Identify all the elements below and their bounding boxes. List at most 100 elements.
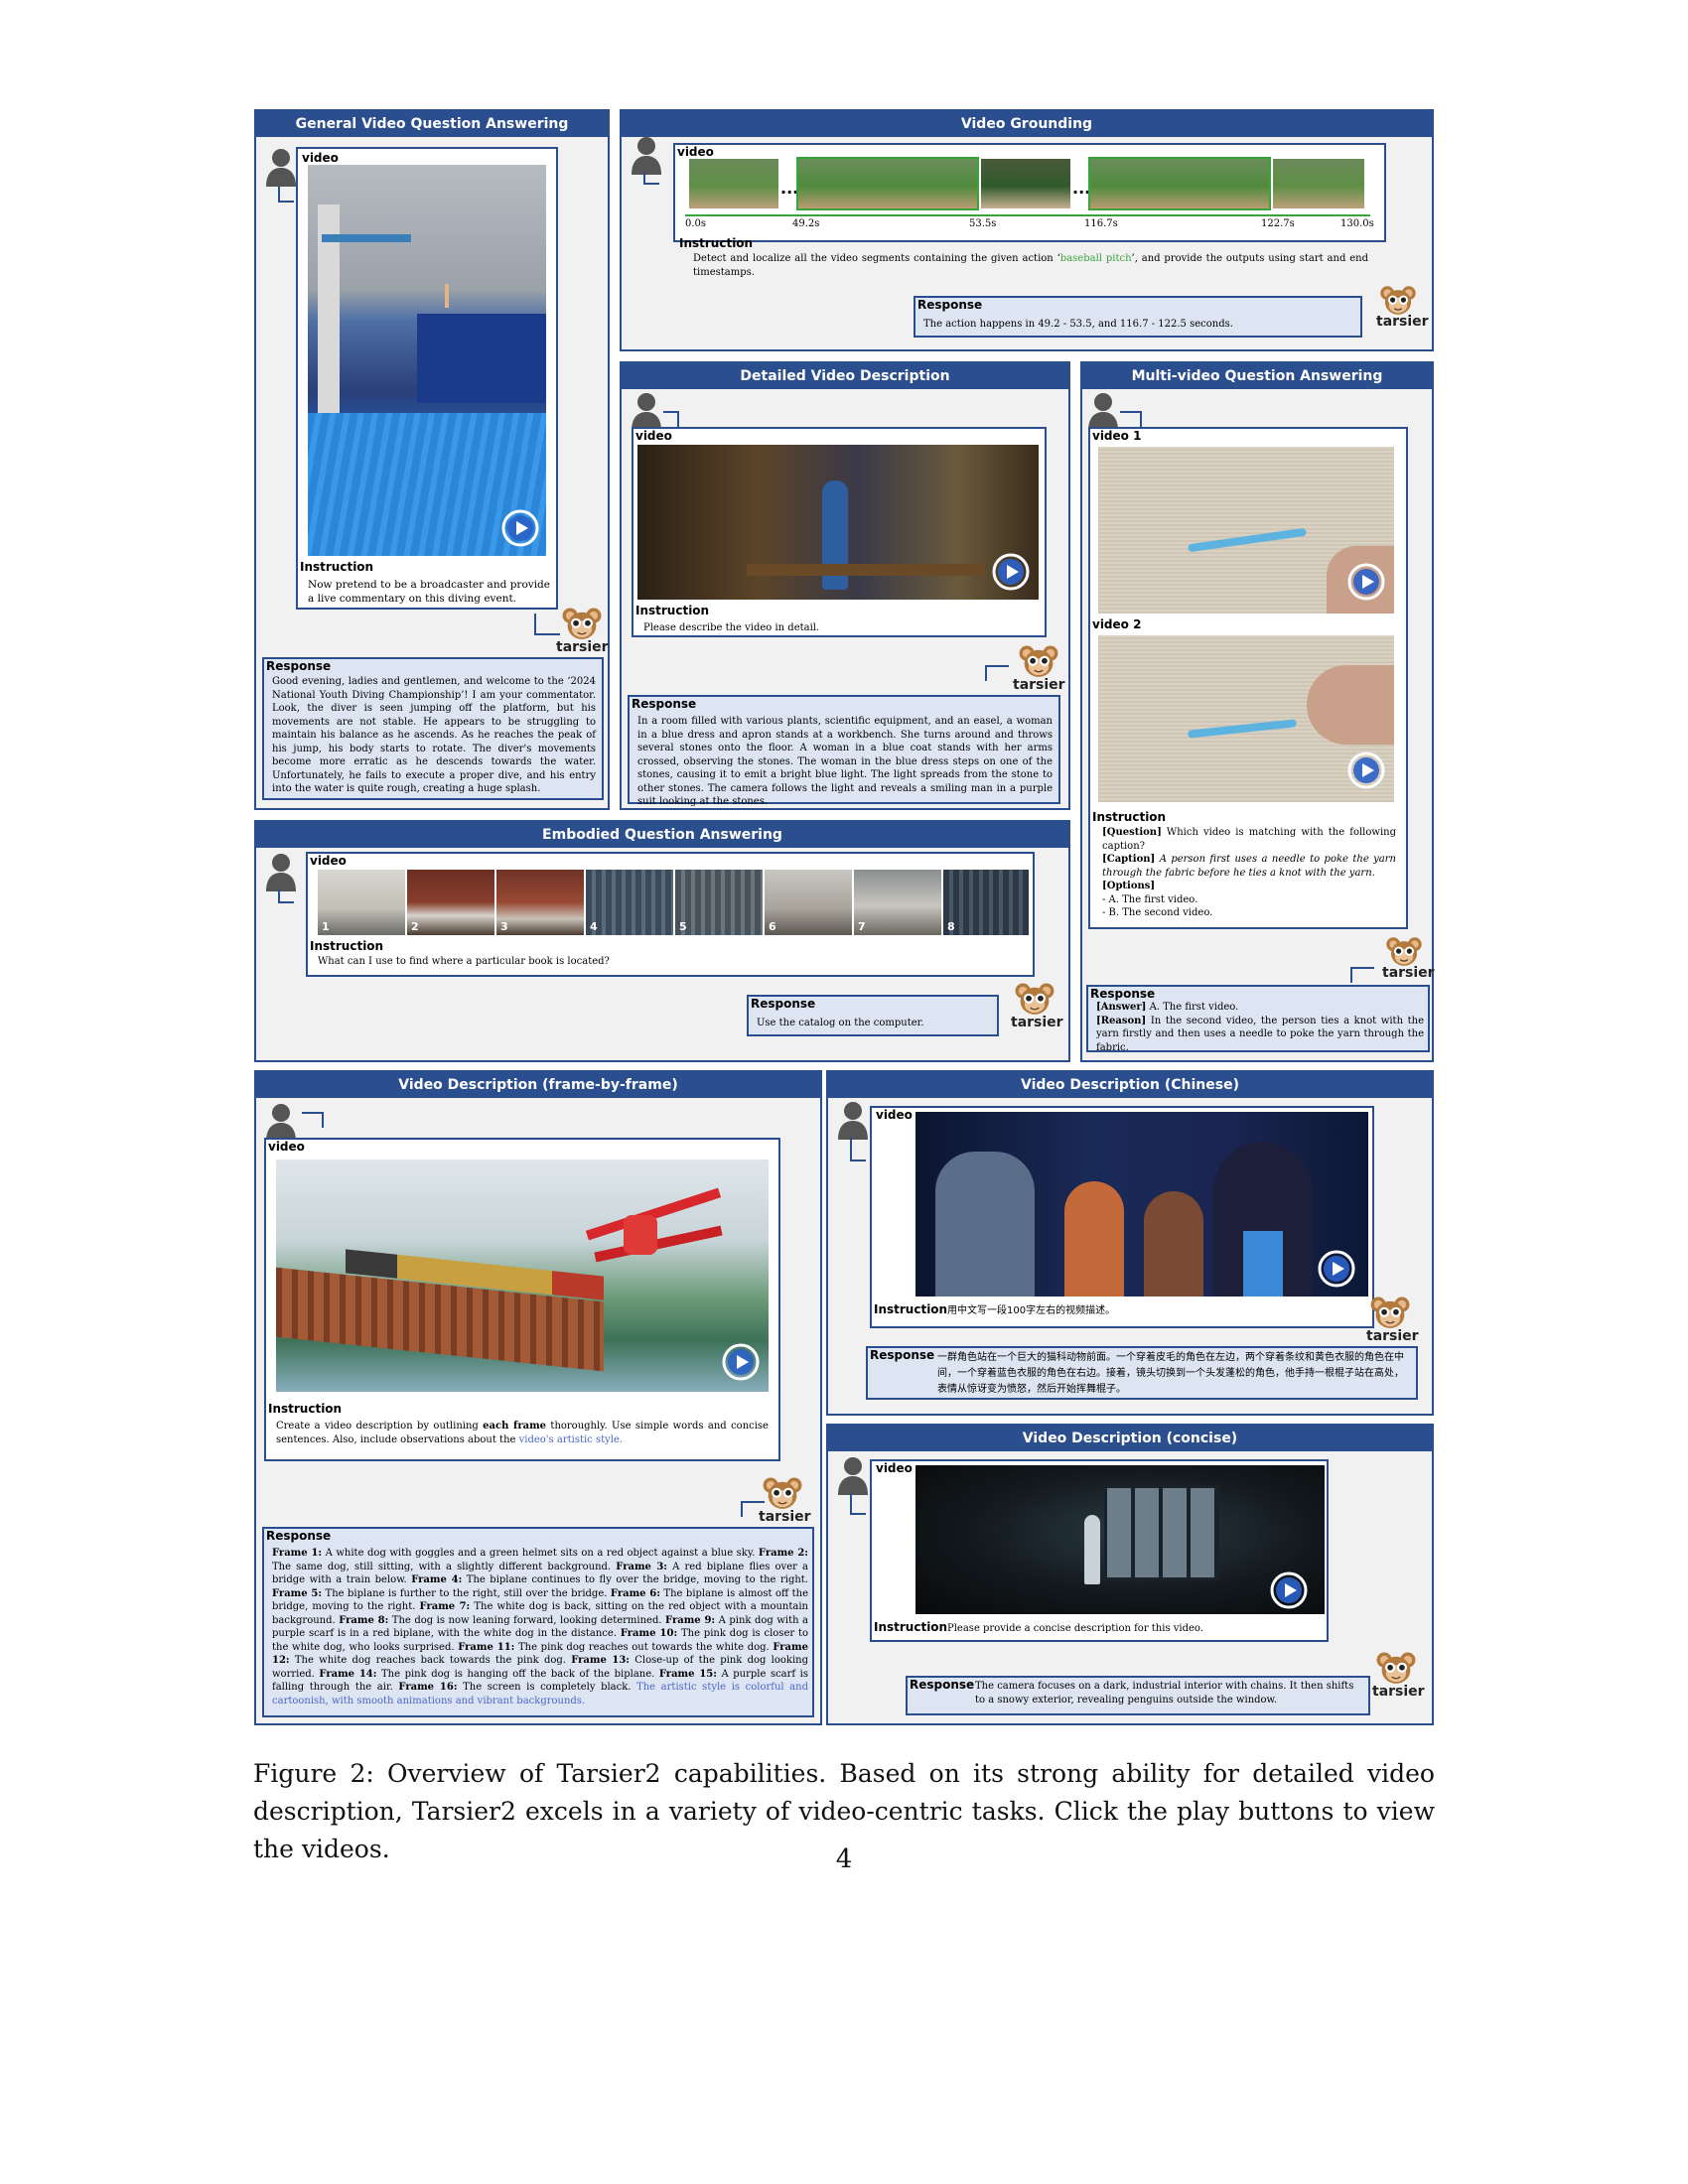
panel-title: Embodied Question Answering (256, 822, 1068, 848)
frame-description: The pink dog reaches out towards the whi… (514, 1641, 774, 1653)
frame-description: The pink dog is hanging off the back of … (376, 1668, 659, 1680)
play-button-icon[interactable] (991, 552, 1031, 592)
video-grounding-strip[interactable]: ... ... (689, 157, 1374, 210)
connector-line (1120, 411, 1142, 427)
tarsier-label: tarsier (1366, 1328, 1419, 1344)
instruction-part-1: Create a video description by outlining (276, 1421, 484, 1432)
tarsier-label: tarsier (1382, 965, 1435, 981)
response-box: Response 一群角色站在一个巨大的猫科动物前面。一个穿着皮毛的角色在左边，… (866, 1346, 1418, 1400)
play-button-icon[interactable] (1346, 562, 1386, 602)
tick-2: 53.5s (969, 218, 997, 229)
frame-number: 2 (411, 920, 419, 933)
frame-tag: Frame 11: (458, 1641, 515, 1653)
connector-line (643, 173, 659, 185)
frame-4: 4 (586, 870, 673, 935)
panel-title: Video Grounding (622, 111, 1432, 137)
panel-detailed-description: Detailed Video Description video Instruc… (620, 361, 1070, 810)
diving-platform (322, 234, 411, 242)
connector-line (302, 1112, 324, 1128)
connector-line (850, 1493, 866, 1515)
video-embroidery-2[interactable] (1098, 635, 1394, 802)
play-button-icon[interactable] (500, 508, 540, 548)
frame-description: The dog is now leaning forward, looking … (388, 1614, 666, 1626)
frame-1: 1 (318, 870, 405, 935)
frame-3: 3 (496, 870, 584, 935)
instruction-artistic-style: video's artistic style. (518, 1433, 624, 1445)
response-text: The camera focuses on a dark, industrial… (975, 1681, 1354, 1706)
instruction-text: Now pretend to be a broadcaster and prov… (308, 579, 550, 605)
frame-7: 7 (854, 870, 941, 935)
tarsier-label: tarsier (556, 639, 609, 655)
play-button-icon[interactable] (721, 1342, 761, 1382)
instruction-label: Instruction (310, 939, 384, 953)
frame-description: The biplane is further to the right, sti… (322, 1587, 611, 1599)
frame-number: 5 (679, 920, 687, 933)
character-middle (1064, 1181, 1124, 1297)
panel-frame-by-frame: Video Description (frame-by-frame) video… (254, 1070, 822, 1725)
frame-tag: Frame 16: (398, 1682, 458, 1693)
user-message-box: video Instruction Please describe the vi… (632, 427, 1047, 637)
frame-tag: Frame 15: (658, 1668, 717, 1680)
segment-1 (796, 157, 979, 210)
tarsier-label: tarsier (1372, 1684, 1425, 1700)
response-box: Response Good evening, ladies and gentle… (262, 657, 604, 800)
video-biplane[interactable] (276, 1160, 769, 1392)
play-button-icon[interactable] (1317, 1249, 1356, 1289)
instruction-label: Instruction (874, 1302, 948, 1316)
biplane (574, 1187, 723, 1269)
video-diving[interactable] (308, 165, 546, 556)
video-label: video (876, 1461, 913, 1475)
response-label: Response (870, 1348, 935, 1362)
instruction-label: Instruction (679, 236, 754, 250)
response-text: 一群角色站在一个巨大的猫科动物前面。一个穿着皮毛的角色在左边，两个穿着条纹和黄色… (937, 1352, 1404, 1395)
panel-video-description-concise: Video Description (concise) video Instru… (826, 1424, 1434, 1725)
video-workshop[interactable] (637, 445, 1039, 600)
tick-0: 0.0s (685, 218, 707, 229)
frame-number: 8 (947, 920, 955, 933)
user-message-box: video ... ... 0.0s 49.2s 53.5s 116.7s 12… (673, 143, 1386, 242)
frame-description: The white dog reaches back towards the p… (289, 1655, 572, 1666)
frame-number: 4 (590, 920, 598, 933)
video-label: video (876, 1108, 913, 1122)
user-message-box: video Instruction Please provide a conci… (870, 1459, 1329, 1642)
user-icon (264, 1102, 298, 1142)
instruction-text: 用中文写一段100字左右的视频描述。 (947, 1305, 1116, 1316)
instruction-label: Instruction (1092, 810, 1167, 824)
user-message-box: video Instruction 用中文写一段100字左右的视频描述。 (870, 1106, 1374, 1328)
workbench (747, 564, 985, 576)
frame-tag: Frame 13: (571, 1655, 630, 1666)
response-label: Response (910, 1678, 975, 1692)
instruction-label: Instruction (635, 604, 710, 617)
response-label: Response (751, 997, 816, 1011)
instruction-text: Please provide a concise description for… (947, 1623, 1203, 1634)
frame-description: The screen is completely black. (457, 1682, 637, 1693)
play-button-icon[interactable] (1269, 1570, 1309, 1610)
video-dark-interior[interactable] (915, 1465, 1325, 1614)
tarsier-label: tarsier (1011, 1015, 1063, 1030)
user-icon (264, 147, 298, 187)
frame-number: 7 (858, 920, 866, 933)
video1-label: video 1 (1092, 429, 1142, 443)
frame-tag: Frame 9: (665, 1614, 716, 1626)
panel-title: Video Description (concise) (828, 1426, 1432, 1451)
tick-5: 130.0s (1340, 218, 1374, 229)
panel-general-video-qa: General Video Question Answering video I… (254, 109, 610, 810)
frame-tag: Frame 1: (272, 1548, 323, 1559)
video-embodied-frames[interactable]: 1 2 3 4 5 6 7 8 (318, 870, 1029, 935)
hand (1307, 665, 1394, 745)
segment-2 (1088, 157, 1271, 210)
frame-description: A white dog with goggles and a green hel… (322, 1548, 759, 1559)
frame-tag: Frame 14: (319, 1668, 377, 1680)
baseball-frame (981, 159, 1070, 208)
baseball-frame (1273, 159, 1364, 208)
instruction-text: What can I use to find where a particula… (318, 956, 610, 967)
options-tag: [Options] (1102, 881, 1156, 891)
video-croods[interactable] (915, 1112, 1368, 1297)
video-embroidery-1[interactable] (1098, 447, 1394, 614)
page-number: 4 (835, 1844, 853, 1874)
response-label: Response (266, 659, 332, 673)
figure (1084, 1515, 1100, 1584)
video-label: video (302, 151, 339, 165)
play-button-icon[interactable] (1346, 751, 1386, 790)
connector-line (534, 614, 560, 635)
